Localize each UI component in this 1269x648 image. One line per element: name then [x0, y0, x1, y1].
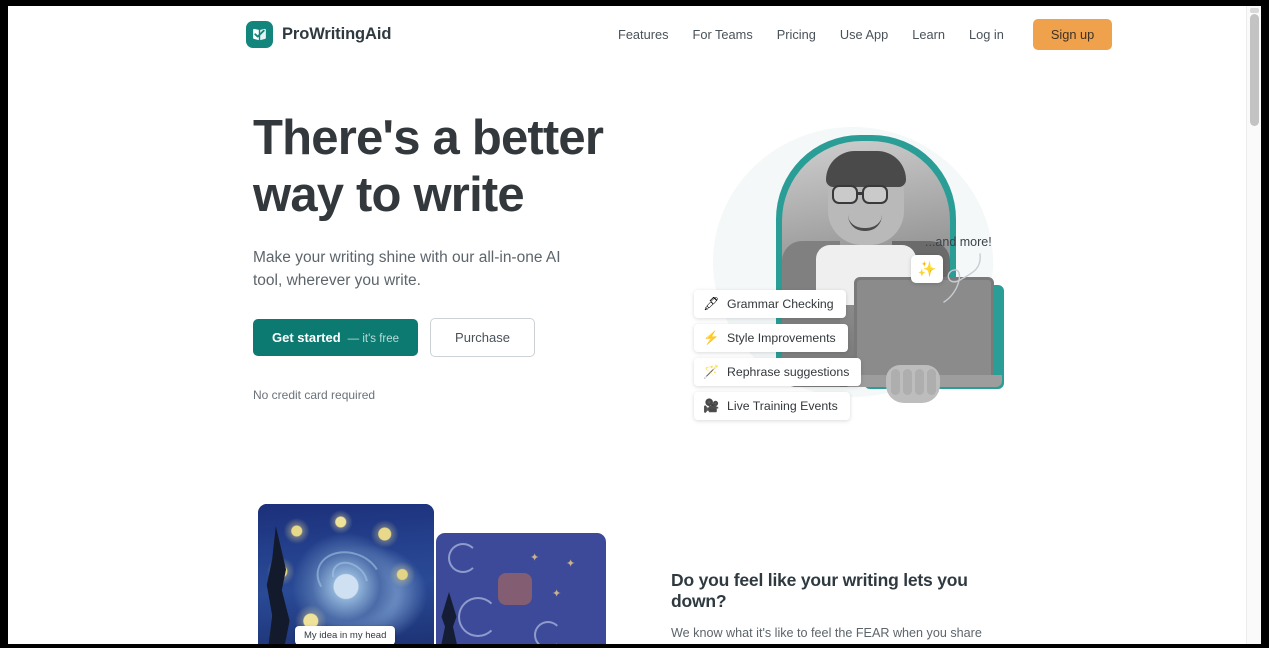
doodle-star: ✦: [566, 558, 576, 570]
lightning-bolt-icon: ⚡: [703, 330, 720, 345]
callout-loop-line: [943, 253, 981, 303]
finger: [891, 369, 900, 395]
plain-blue-card: ✦ ✦ ✦: [436, 533, 606, 644]
hero-section: There's a better way to write Make your …: [8, 62, 1253, 482]
doodle-spiral: [448, 543, 478, 573]
site-header: ProWritingAid Features For Teams Pricing…: [8, 6, 1253, 62]
nav-item-for-teams[interactable]: For Teams: [681, 21, 765, 48]
hero-subtitle: Make your writing shine with our all-in-…: [253, 249, 561, 289]
feature-pill-grammar-checking: 🖋 Grammar Checking: [694, 290, 846, 318]
section-heading: Do you feel like your writing lets you d…: [671, 570, 968, 611]
nav-item-log-in[interactable]: Log in: [957, 21, 1016, 48]
doodle-cypress: [439, 592, 460, 644]
vertical-scrollbar[interactable]: [1246, 6, 1261, 644]
feature-pill-rephrase-suggestions: 🪄 Rephrase suggestions: [694, 358, 862, 386]
doodle-star: ✦: [552, 588, 562, 600]
doodle-spiral: [534, 621, 562, 644]
section-two-copy: Do you feel like your writing lets you d…: [671, 570, 1016, 644]
feature-pill-label: Live Training Events: [727, 399, 838, 413]
nav-item-use-app[interactable]: Use App: [828, 21, 900, 48]
eyeglasses-right-lens: [862, 185, 888, 204]
doodle-star: ✦: [530, 552, 540, 564]
finger: [903, 369, 912, 395]
nav-item-learn[interactable]: Learn: [900, 21, 957, 48]
feature-pill-list: 🖋 Grammar Checking ⚡ Style Improvements …: [694, 290, 862, 420]
scrollbar-thumb[interactable]: [1250, 14, 1259, 126]
book-check-logo-icon: [246, 20, 273, 48]
brand-name: ProWritingAid: [282, 24, 392, 43]
scrollbar-top-cap[interactable]: [1250, 8, 1259, 13]
feature-pill-style-improvements: ⚡ Style Improvements: [694, 324, 848, 352]
writing-lets-you-down-section: ✦ ✦ ✦ My idea in my head Do you feel lik…: [8, 482, 1253, 644]
eyeglasses-bridge: [858, 192, 864, 195]
get-started-label: Get started: [272, 330, 341, 345]
doodle-spiral: [458, 597, 498, 637]
browser-viewport: ProWritingAid Features For Teams Pricing…: [8, 6, 1261, 644]
hair: [826, 151, 906, 187]
starry-night-card: My idea in my head: [258, 504, 434, 644]
brand-logo[interactable]: ProWritingAid: [246, 20, 392, 48]
feature-pill-label: Grammar Checking: [727, 297, 834, 311]
finger: [915, 369, 924, 395]
hero-copy: There's a better way to write Make your …: [253, 110, 653, 402]
hero-actions: Get started — it's free Purchase: [253, 318, 653, 357]
main-navigation: Features For Teams Pricing Use App Learn…: [606, 18, 1113, 50]
feature-pill-label: Rephrase suggestions: [727, 365, 850, 379]
sign-up-button[interactable]: Sign up: [1032, 18, 1113, 50]
video-camera-icon: 🎥: [703, 398, 720, 413]
browser-frame: ProWritingAid Features For Teams Pricing…: [0, 0, 1269, 648]
eyeglasses-left-lens: [832, 185, 858, 204]
no-credit-card-note: No credit card required: [253, 388, 376, 402]
and-more-callout: ...and more!: [925, 235, 992, 249]
nav-item-features[interactable]: Features: [606, 21, 681, 48]
nav-item-pricing[interactable]: Pricing: [765, 21, 828, 48]
get-started-note: — it's free: [347, 333, 400, 345]
page-content: ProWritingAid Features For Teams Pricing…: [8, 6, 1253, 644]
image-caption: My idea in my head: [295, 626, 396, 644]
magic-wand-icon: 🪄: [703, 364, 720, 379]
finger: [927, 369, 936, 395]
starry-night-illustration: ✦ ✦ ✦ My idea in my head: [258, 504, 608, 644]
page-title: There's a better way to write: [253, 111, 604, 222]
section-body: We know what it's like to feel the FEAR …: [671, 626, 982, 640]
feature-pill-live-training-events: 🎥 Live Training Events: [694, 392, 850, 420]
quill-pen-icon: 🖋: [703, 296, 720, 311]
feature-pill-label: Style Improvements: [727, 331, 836, 345]
get-started-button[interactable]: Get started — it's free: [253, 319, 419, 356]
hero-illustration: ✨ ...and more! 🖋 Grammar Checking ⚡ Styl…: [668, 107, 1028, 447]
hand: [886, 365, 940, 403]
doodle-blob: [498, 573, 532, 605]
purchase-button[interactable]: Purchase: [430, 318, 535, 357]
